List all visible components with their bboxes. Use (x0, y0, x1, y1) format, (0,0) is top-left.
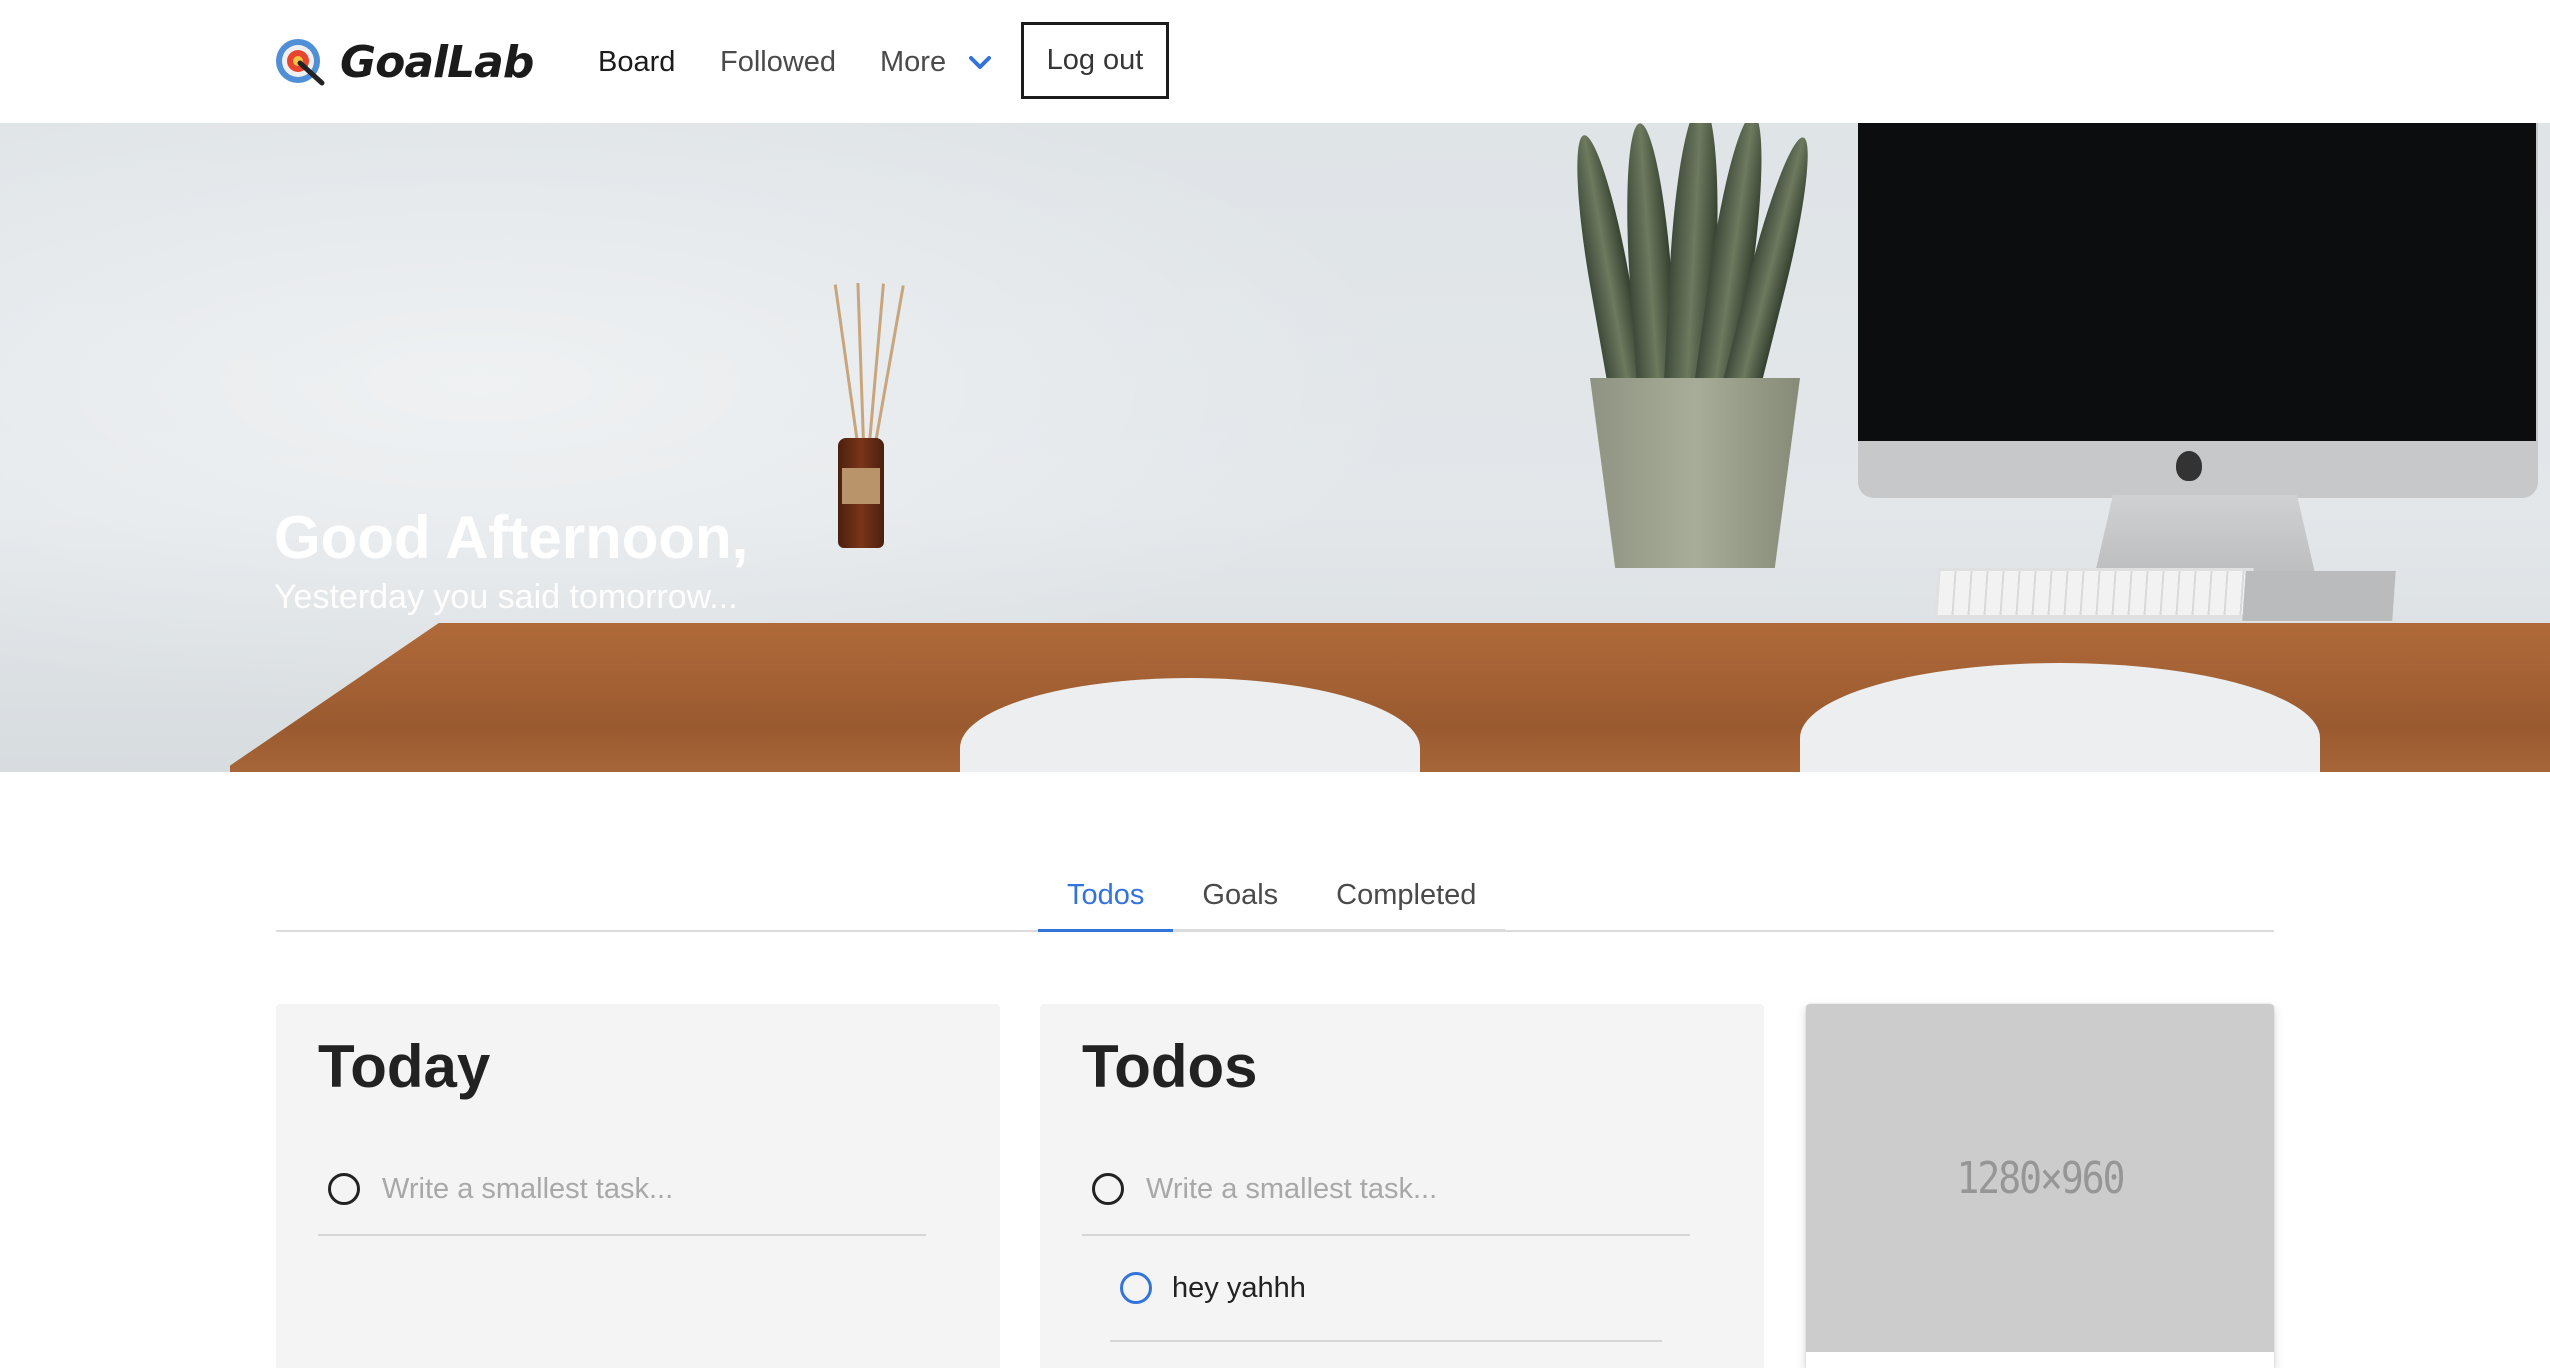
chevron-down-icon (966, 48, 994, 76)
apple-logo-icon (2176, 451, 2202, 481)
task-checkbox[interactable] (328, 1173, 360, 1205)
tab-completed[interactable]: Completed (1307, 862, 1506, 932)
tab-goals[interactable]: Goals (1173, 862, 1308, 932)
tab-bar: Todos Goals Completed (276, 862, 2274, 932)
task-checkbox[interactable] (1092, 1173, 1124, 1205)
monitor-screen-illustration (1858, 123, 2536, 441)
todo-item: hey yahhh (1110, 1236, 1662, 1342)
bottle-label-illustration (842, 468, 880, 504)
tab-todos[interactable]: Todos (1038, 862, 1174, 932)
nav-followed[interactable]: Followed (720, 38, 836, 86)
today-card: Today (276, 1004, 1000, 1368)
nav-more-dropdown[interactable]: More (880, 38, 994, 86)
todos-card: Todos hey yahhh (1040, 1004, 1764, 1368)
nav-board[interactable]: Board (598, 38, 675, 86)
image-card: 1280×960 (1806, 1004, 2274, 1368)
brand-name: GoalLab (340, 36, 534, 88)
keyboard-illustration (1934, 568, 2254, 618)
image-placeholder: 1280×960 (1806, 1004, 2274, 1352)
today-task-input[interactable] (382, 1172, 882, 1206)
today-new-task-row (318, 1144, 926, 1236)
today-title: Today (318, 1033, 491, 1100)
todos-title: Todos (1082, 1033, 1258, 1100)
hero-banner: Good Afternoon, Yesterday you said tomor… (0, 123, 2550, 772)
logout-button[interactable]: Log out (1021, 22, 1169, 99)
brand-link[interactable]: GoalLab (274, 34, 534, 90)
plant-pot-illustration (1590, 378, 1800, 568)
greeting-subtitle: Yesterday you said tomorrow... (274, 578, 738, 616)
target-icon (274, 35, 328, 89)
nav-more-label: More (880, 45, 947, 78)
todo-checkbox[interactable] (1120, 1272, 1152, 1304)
navbar: GoalLab Board Followed More Log out (0, 0, 2550, 123)
todos-new-task-row (1082, 1144, 1690, 1236)
trackpad-illustration (2242, 571, 2396, 621)
todos-task-input[interactable] (1146, 1172, 1646, 1206)
todo-item-text[interactable]: hey yahhh (1172, 1272, 1306, 1305)
tab-list: Todos Goals Completed (1038, 862, 1506, 932)
image-placeholder-label: 1280×960 (1956, 1152, 2125, 1204)
greeting-title: Good Afternoon, (274, 504, 749, 571)
